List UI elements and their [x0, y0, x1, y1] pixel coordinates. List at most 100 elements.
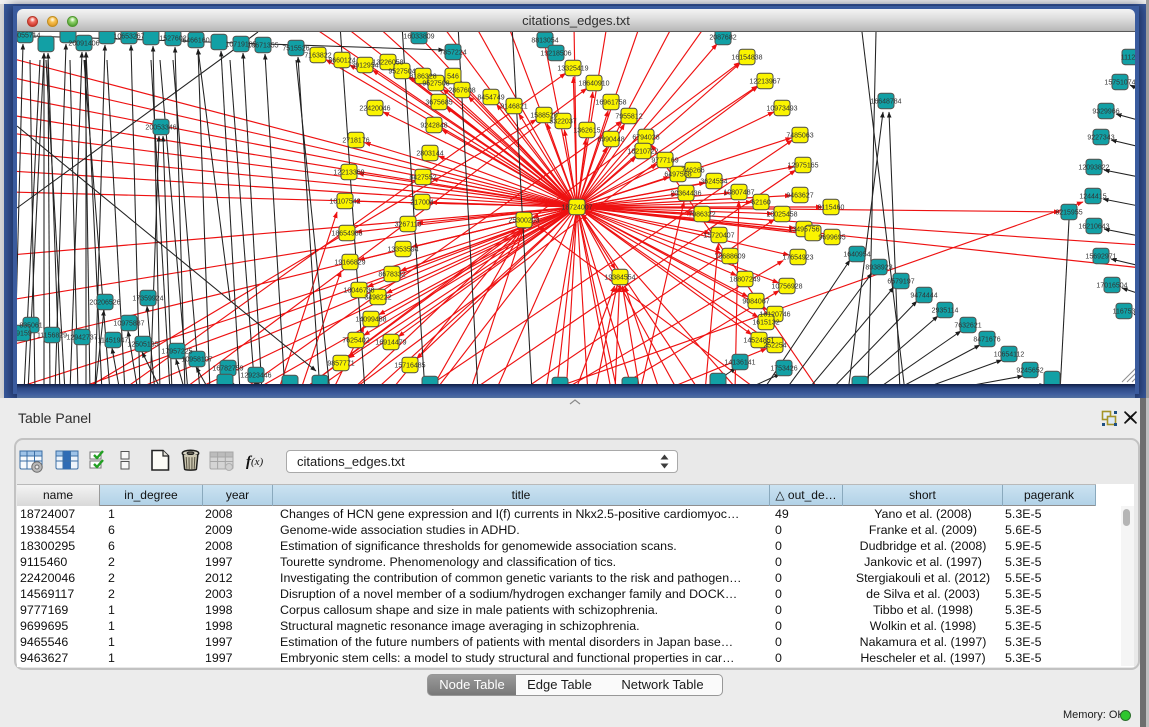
svg-text:2718176: 2718176: [342, 138, 369, 145]
svg-text:9857771: 9857771: [327, 361, 354, 368]
svg-text:9463627: 9463627: [786, 193, 813, 200]
svg-text:12505135: 12505135: [127, 342, 158, 349]
svg-text:9227343: 9227343: [1087, 135, 1114, 142]
svg-text:16120746: 16120746: [759, 312, 790, 319]
svg-text:14055714: 14055714: [17, 33, 41, 40]
svg-text:16671355: 16671355: [247, 43, 278, 50]
svg-text:20364436: 20364436: [670, 191, 701, 198]
svg-text:11156829: 11156829: [37, 333, 67, 340]
svg-text:18640910: 18640910: [578, 81, 609, 88]
svg-text:13353594: 13353594: [387, 247, 418, 254]
svg-text:16210722: 16210722: [627, 149, 658, 156]
svg-text:9245652: 9245652: [1016, 368, 1043, 375]
svg-text:14099488: 14099488: [355, 317, 386, 324]
svg-text:252254: 252254: [763, 343, 786, 350]
svg-text:1753426: 1753426: [770, 366, 797, 373]
svg-text:17957225: 17957225: [161, 349, 192, 356]
svg-text:12923446: 12923446: [240, 373, 271, 380]
svg-text:2803144: 2803144: [416, 151, 443, 158]
svg-text:10958107: 10958107: [181, 357, 212, 364]
svg-text:20091406: 20091406: [68, 41, 99, 48]
svg-text:9777169: 9777169: [651, 158, 678, 165]
svg-text:17359924: 17359924: [132, 296, 163, 303]
svg-text:18724007: 18724007: [561, 205, 592, 212]
svg-text:9329966: 9329966: [1092, 109, 1119, 116]
svg-text:2867608: 2867608: [448, 88, 475, 95]
svg-text:11123: 11123: [1121, 55, 1135, 62]
svg-text:9699695: 9699695: [818, 235, 845, 242]
svg-text:3498222: 3498222: [364, 295, 391, 302]
svg-text:10975887: 10975887: [113, 321, 144, 328]
svg-text:6794028: 6794028: [632, 135, 659, 142]
svg-text:12213967: 12213967: [749, 79, 780, 86]
svg-text:9474444: 9474444: [910, 293, 937, 300]
svg-text:10653267: 10653267: [113, 34, 144, 41]
svg-text:16033809: 16033809: [403, 34, 434, 41]
svg-text:7625402: 7625402: [342, 338, 369, 345]
svg-text:9115460: 9115460: [818, 205, 845, 212]
svg-text:8471676: 8471676: [973, 337, 1000, 344]
svg-text:15692971: 15692971: [1085, 254, 1116, 261]
svg-text:9527508: 9527508: [422, 81, 449, 88]
svg-text:8454749: 8454749: [477, 95, 504, 102]
svg-text:12093822: 12093822: [1078, 165, 1109, 172]
svg-text:13226058: 13226058: [372, 60, 403, 67]
svg-text:7986322: 7986322: [688, 212, 715, 219]
svg-text:20206526: 20206526: [89, 300, 120, 307]
svg-text:8990448: 8990448: [597, 137, 624, 144]
svg-text:10807487: 10807487: [723, 190, 754, 197]
svg-text:11451947: 11451947: [98, 338, 129, 345]
svg-text:7857224: 7857224: [439, 50, 466, 57]
svg-text:39159: 39159: [17, 331, 32, 338]
svg-text:9242848: 9242848: [420, 123, 447, 130]
svg-text:12942737: 12942737: [66, 335, 97, 342]
svg-text:1362615: 1362615: [573, 128, 600, 135]
svg-text:8938923: 8938923: [865, 265, 892, 272]
svg-text:3267110: 3267110: [395, 222, 422, 229]
svg-text:2087682: 2087682: [709, 35, 736, 42]
svg-text:8678332: 8678332: [378, 272, 405, 279]
svg-text:15716485: 15716485: [394, 363, 425, 370]
svg-text:9146821: 9146821: [500, 104, 527, 111]
svg-text:17654923: 17654923: [782, 255, 813, 262]
svg-text:2935114: 2935114: [932, 308, 959, 315]
svg-text:10973493: 10973493: [766, 106, 797, 113]
svg-text:12975165: 12975165: [787, 163, 818, 170]
svg-text:5322037: 5322037: [549, 119, 576, 126]
svg-text:3675685: 3675685: [425, 100, 452, 107]
svg-text:7515526: 7515526: [282, 46, 309, 53]
svg-text:10654112: 10654112: [994, 352, 1025, 359]
svg-text:7632621: 7632621: [954, 323, 981, 330]
svg-text:8186328: 8186328: [409, 74, 436, 81]
svg-text:546: 546: [447, 74, 459, 81]
svg-text:16210643: 16210643: [1078, 224, 1109, 231]
svg-text:19218506: 19218506: [540, 51, 571, 58]
svg-text:62160: 62160: [751, 200, 771, 207]
svg-text:7955812: 7955812: [615, 114, 642, 121]
svg-text:16914479: 16914479: [375, 340, 406, 347]
svg-text:10688609: 10688609: [714, 254, 745, 261]
svg-text:10046738: 10046738: [343, 288, 374, 295]
svg-text:8427552: 8427552: [409, 175, 436, 182]
svg-text:13495756: 13495756: [788, 227, 819, 234]
svg-text:9084067: 9084067: [742, 299, 769, 306]
svg-text:10107542: 10107542: [329, 199, 360, 206]
svg-text:835061: 835061: [19, 323, 42, 330]
svg-text:15751074: 15751074: [1104, 80, 1135, 87]
svg-text:16782759: 16782759: [212, 366, 243, 373]
svg-text:16648784: 16648784: [870, 99, 901, 106]
svg-text:17016504: 17016504: [1096, 283, 1127, 290]
svg-text:18807249: 18807249: [729, 277, 760, 284]
svg-text:3624554: 3624554: [700, 179, 727, 186]
svg-text:6579197: 6579197: [887, 279, 914, 286]
svg-text:746266: 746266: [681, 168, 704, 175]
svg-text:116753: 116753: [1113, 309, 1135, 316]
svg-text:1615132: 1615132: [752, 320, 779, 327]
svg-text:7485063: 7485063: [786, 133, 813, 140]
svg-text:18654988: 18654988: [331, 231, 362, 238]
svg-text:20053346: 20053346: [145, 125, 176, 132]
svg-text:13325419: 13325419: [557, 66, 588, 73]
svg-text:10756928: 10756928: [771, 284, 802, 291]
svg-text:22420046: 22420046: [359, 106, 390, 113]
svg-text:19384554: 19384554: [604, 275, 635, 282]
